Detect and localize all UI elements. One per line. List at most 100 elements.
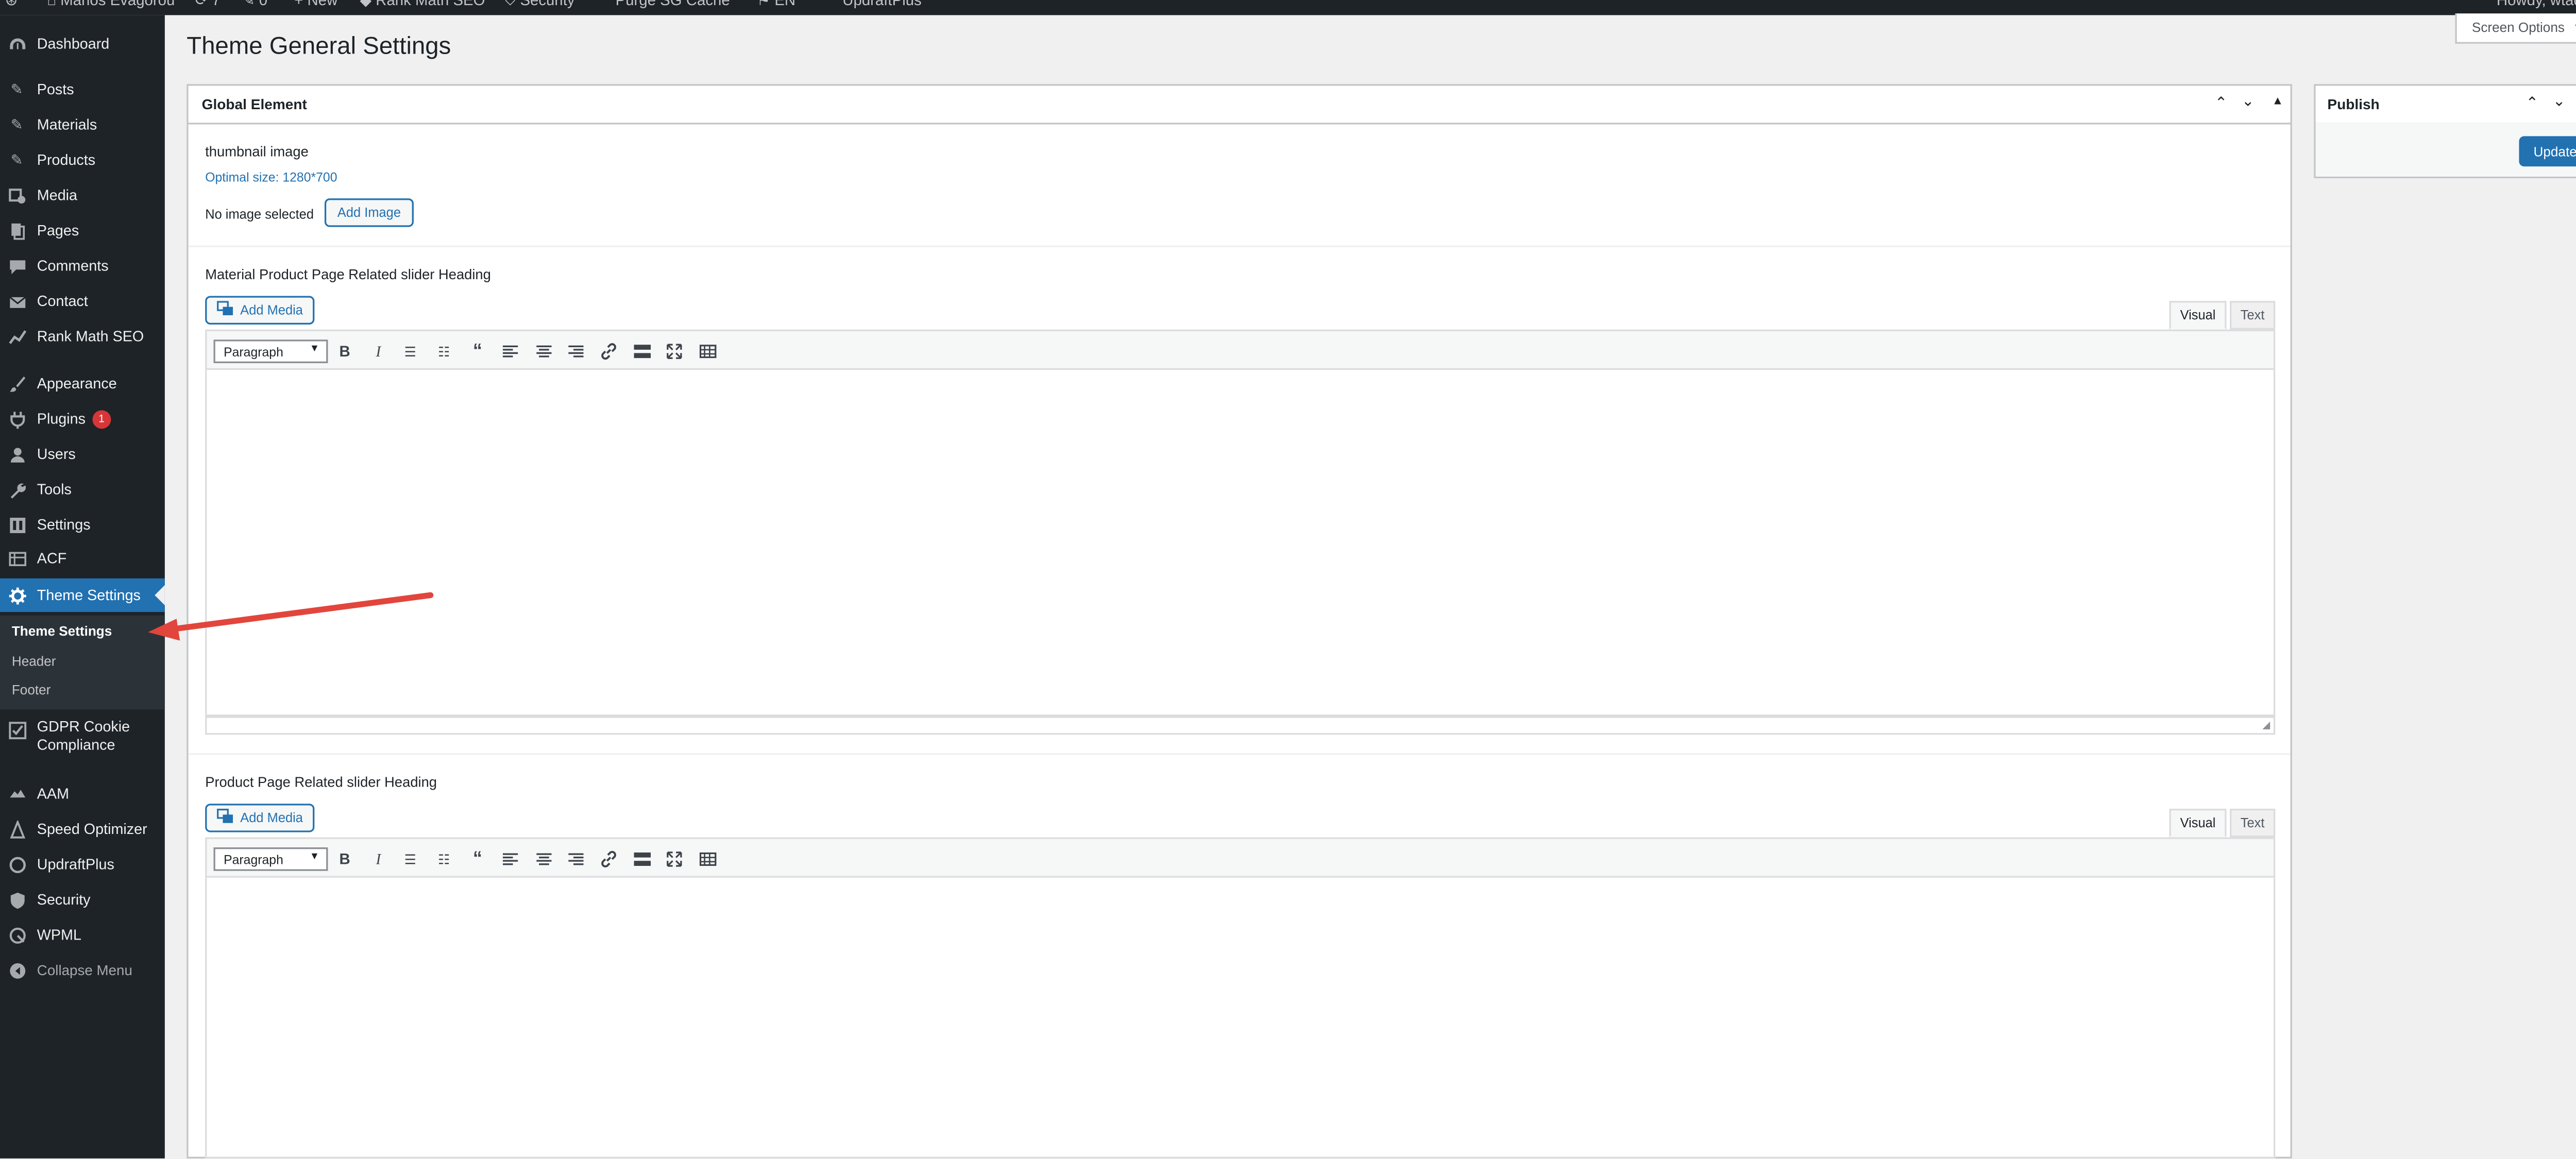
add-image-button[interactable]: Add Image [324, 198, 414, 227]
screen-options-button[interactable]: Screen Options ▼ [2455, 13, 2576, 44]
align-right-icon[interactable] [563, 339, 587, 363]
admin-bar-new[interactable]: + New [294, 0, 337, 8]
pin-icon: ✎ [10, 80, 23, 97]
sidebar-item-rank-math-seo[interactable]: Rank Math SEO [0, 319, 165, 353]
link-icon[interactable] [597, 847, 621, 871]
add-media-button[interactable]: Add Media [205, 296, 315, 325]
table-icon [7, 548, 27, 568]
sidebar-item-posts[interactable]: ✎ Posts [0, 72, 165, 106]
sidebar-item-updraftplus[interactable]: UpdraftPlus [0, 847, 165, 881]
sidebar-item-speed-optimizer[interactable]: Speed Optimizer [0, 812, 165, 846]
toolbar-toggle-icon[interactable] [696, 847, 720, 871]
sidebar-item-label: Posts [37, 80, 74, 98]
tab-text[interactable]: Text [2230, 808, 2276, 838]
sidebar-item-label: Dashboard [37, 35, 110, 53]
format-select[interactable]: Paragraph ▼ [213, 847, 328, 871]
blockquote-icon[interactable]: “ [466, 339, 489, 363]
add-media-button[interactable]: Add Media [205, 804, 315, 832]
global-element-postbox: Global Element ⌃ ⌄ ▲ thumbnail image Opt… [187, 84, 2292, 1158]
admin-bar-site-name[interactable]: ⌂ Marios Evagorou [47, 0, 175, 8]
updates-icon[interactable]: ⟳ 7 [195, 0, 221, 10]
sidebar-item-label: Plugins [37, 410, 86, 428]
sidebar-item-appearance[interactable]: Appearance [0, 367, 165, 400]
fullscreen-icon[interactable] [663, 847, 686, 871]
blockquote-icon[interactable]: “ [466, 847, 489, 871]
admin-bar-purge-cache[interactable]: Purge SG Cache [616, 0, 730, 8]
submenu-item-footer[interactable]: Footer [12, 683, 50, 697]
sidebar-item-gdpr-cookie-compliance[interactable]: GDPR Cookie Compliance [0, 718, 165, 758]
toolbar-toggle-icon[interactable] [696, 339, 720, 363]
product-slider-heading-editor[interactable] [205, 877, 2276, 1158]
move-up-icon[interactable]: ⌃ [2215, 94, 2228, 113]
sidebar-item-label: Materials [37, 116, 97, 133]
sidebar-item-wpml[interactable]: WPML [0, 918, 165, 951]
admin-bar-rank-math[interactable]: ◆ Rank Math SEO [360, 0, 485, 10]
italic-icon[interactable]: I [367, 339, 391, 363]
move-up-icon[interactable]: ⌃ [2526, 94, 2539, 113]
comments-count-icon[interactable]: ✎ 0 [242, 0, 267, 10]
sidebar-item-settings[interactable]: Settings [0, 508, 165, 541]
sidebar-item-users[interactable]: Users [0, 437, 165, 471]
align-left-icon[interactable] [498, 339, 521, 363]
sidebar-item-materials[interactable]: ✎ Materials [0, 108, 165, 141]
sidebar-item-label: Tools [37, 481, 72, 498]
sidebar-item-label: ACF [37, 550, 67, 567]
link-icon[interactable] [597, 339, 621, 363]
format-select[interactable]: Paragraph ▼ [213, 339, 328, 364]
brush-icon [7, 373, 27, 394]
submenu-item-header[interactable]: Header [12, 654, 56, 669]
shield-icon [7, 890, 27, 910]
bullet-list-icon[interactable]: ☰ [399, 339, 422, 363]
bold-icon[interactable]: B [333, 339, 357, 363]
read-more-icon[interactable] [631, 339, 654, 363]
bullet-list-icon[interactable]: ☰ [399, 847, 422, 871]
submenu-item-theme-settings[interactable]: Theme Settings [12, 624, 112, 639]
italic-icon[interactable]: I [367, 847, 391, 871]
tab-visual[interactable]: Visual [2169, 301, 2227, 330]
wrench-icon [7, 479, 27, 499]
sidebar-item-label: UpdraftPlus [37, 856, 114, 873]
sidebar-item-label: Theme Settings [37, 587, 141, 604]
aam-icon [7, 783, 27, 804]
bold-icon[interactable]: B [333, 847, 357, 871]
checkbox-icon [7, 720, 27, 740]
sidebar-item-media[interactable]: Media [0, 178, 165, 212]
toggle-panel-icon[interactable]: ▲ [2272, 96, 2284, 108]
align-center-icon[interactable] [531, 847, 555, 871]
sidebar-item-contact[interactable]: Contact [0, 284, 165, 318]
sidebar-item-comments[interactable]: Comments [0, 249, 165, 282]
sidebar-item-label: Comments [37, 257, 109, 275]
align-right-icon[interactable] [563, 847, 587, 871]
numbered-list-icon[interactable]: ☷ [432, 847, 456, 871]
update-button[interactable]: Update [2519, 136, 2576, 167]
move-down-icon[interactable]: ⌄ [2242, 93, 2255, 111]
resize-handle-icon[interactable]: ◢ [2262, 720, 2270, 731]
sidebar-item-pages[interactable]: Pages [0, 214, 165, 247]
move-down-icon[interactable]: ⌄ [2553, 93, 2566, 111]
sidebar-item-products[interactable]: ✎ Products [0, 143, 165, 176]
admin-bar-howdy[interactable]: Howdy, wtadmin [2497, 0, 2576, 8]
wordpress-logo-icon[interactable]: ⊛ [5, 0, 18, 10]
collapse-menu-button[interactable]: Collapse Menu [0, 953, 165, 987]
sidebar-item-aam[interactable]: AAM [0, 777, 165, 810]
tab-text[interactable]: Text [2230, 301, 2276, 330]
read-more-icon[interactable] [631, 847, 654, 871]
fullscreen-icon[interactable] [663, 339, 686, 363]
align-center-icon[interactable] [531, 339, 555, 363]
sidebar-item-security[interactable]: Security [0, 883, 165, 916]
publish-postbox: Publish ⌃ ⌄ ▲ Update [2314, 84, 2576, 178]
align-left-icon[interactable] [498, 847, 521, 871]
material-slider-heading-editor[interactable] [205, 370, 2276, 717]
sidebar-item-plugins[interactable]: Plugins 1 [0, 402, 165, 435]
sidebar-item-theme-settings[interactable]: Theme Settings [0, 578, 165, 612]
admin-bar-security[interactable]: ⛉ Security [504, 0, 574, 10]
user-icon [7, 444, 27, 464]
sidebar-item-tools[interactable]: Tools [0, 472, 165, 506]
numbered-list-icon[interactable]: ☷ [432, 339, 456, 363]
tab-visual[interactable]: Visual [2169, 808, 2227, 838]
collapse-icon [7, 960, 27, 980]
admin-bar-language[interactable]: ⚑ EN [757, 0, 795, 10]
admin-bar-updraftplus[interactable]: UpdraftPlus [842, 0, 922, 8]
sidebar-item-acf[interactable]: ACF [0, 541, 165, 575]
sidebar-item-dashboard[interactable]: Dashboard [0, 27, 165, 60]
